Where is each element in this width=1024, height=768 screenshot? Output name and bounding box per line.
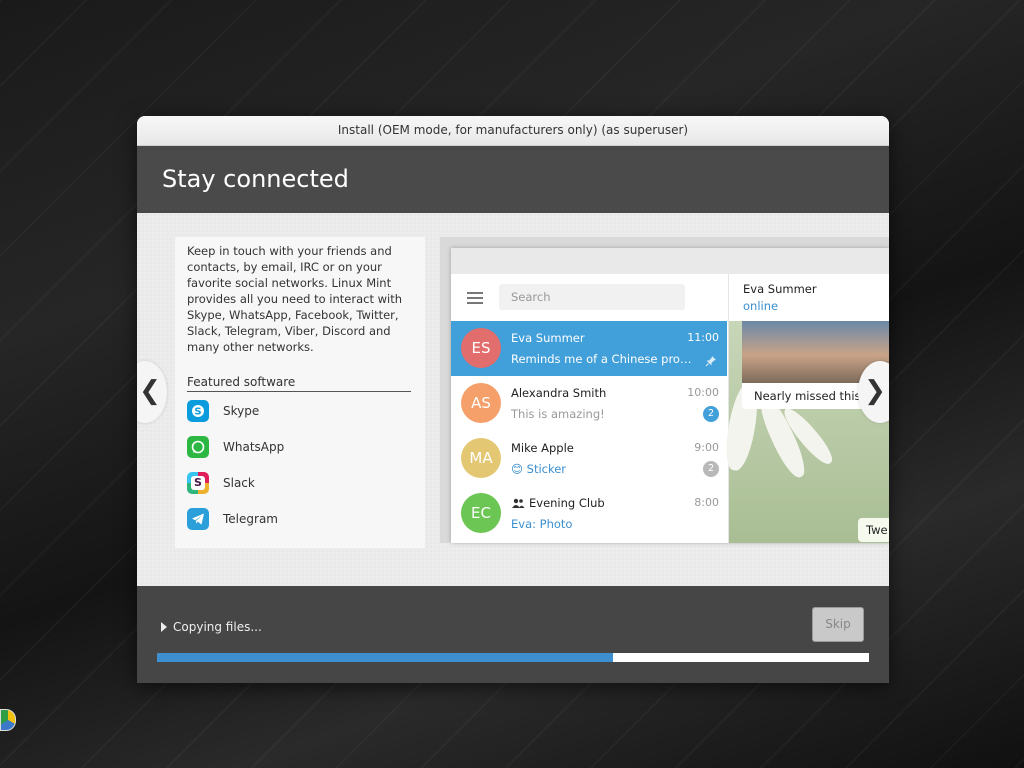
screenshot-preview: Search ES Eva Summer 11:00 Reminds me of… <box>440 237 889 543</box>
chat-name: Alexandra Smith <box>511 386 607 400</box>
avatar: MA <box>461 438 501 478</box>
chat-item-evening-club: EC Evening Club 8:00 Eva: Photo <box>451 486 727 541</box>
chat-name: Evening Club <box>511 496 605 510</box>
progress-bar-fill <box>157 653 613 662</box>
software-label: Slack <box>223 476 255 490</box>
progress-label: Copying files... <box>173 620 262 634</box>
page-title: Stay connected <box>137 146 889 213</box>
group-icon <box>512 498 525 508</box>
chat-message: Reminds me of a Chinese proverb <box>511 352 695 366</box>
chat-time: 9:00 <box>694 441 719 454</box>
software-item-skype: S Skype <box>187 399 259 423</box>
telegram-preview: Search ES Eva Summer 11:00 Reminds me of… <box>451 248 889 543</box>
chat-name-text: Evening Club <box>529 496 605 510</box>
avatar: ES <box>461 328 501 368</box>
svg-text:S: S <box>194 407 201 418</box>
slide-description: Keep in touch with your friends and cont… <box>187 244 403 354</box>
telegram-chat-list: Search ES Eva Summer 11:00 Reminds me of… <box>451 274 727 543</box>
chat-item-eva-summer: ES Eva Summer 11:00 Reminds me of a Chin… <box>451 321 727 376</box>
whatsapp-icon <box>187 436 209 458</box>
software-label: Skype <box>223 404 260 418</box>
chat-message: Eva: Photo <box>511 517 573 531</box>
avatar: AS <box>461 383 501 423</box>
chat-message-text: Sticker <box>526 462 567 476</box>
software-label: WhatsApp <box>223 440 285 454</box>
avatar: EC <box>461 493 501 533</box>
chat-message: 😊 Sticker <box>511 462 701 476</box>
chat-pane-status: online <box>743 299 779 313</box>
chat-time: 10:00 <box>687 386 719 399</box>
message-bubble: Twe <box>858 518 889 542</box>
chat-name: Eva Summer <box>511 331 585 345</box>
telegram-titlebar <box>451 248 889 274</box>
skip-button[interactable]: Skip <box>812 607 864 642</box>
chat-background-image: Nearly missed this sunrise Twe <box>721 321 889 543</box>
unread-badge: 2 <box>703 461 719 477</box>
telegram-icon <box>187 508 209 530</box>
featured-software-title: Featured software <box>187 375 411 392</box>
expander-triangle-icon <box>161 622 167 632</box>
unread-badge: 2 <box>703 406 719 422</box>
sticker-emoji: 😊 <box>511 462 523 476</box>
menu-icon <box>467 292 483 307</box>
software-label: Telegram <box>223 512 278 526</box>
installer-window: Install (OEM mode, for manufacturers onl… <box>137 116 889 683</box>
pin-icon <box>705 352 717 367</box>
previous-slide-button[interactable]: ❮ <box>137 361 167 423</box>
search-input: Search <box>499 284 685 310</box>
chat-item-alexandra-smith: AS Alexandra Smith 10:00 This is amazing… <box>451 376 727 431</box>
window-title: Install (OEM mode, for manufacturers onl… <box>137 116 889 146</box>
software-item-slack: S Slack <box>187 471 255 495</box>
slack-icon: S <box>187 472 209 494</box>
slide-text-card: Keep in touch with your friends and cont… <box>175 237 425 548</box>
chat-time: 8:00 <box>694 496 719 509</box>
software-item-whatsapp: WhatsApp <box>187 435 284 459</box>
software-item-telegram: Telegram <box>187 507 278 531</box>
chat-name: Mike Apple <box>511 441 574 455</box>
chat-pane-name: Eva Summer <box>743 282 817 296</box>
chat-item-mike-apple: MA Mike Apple 9:00 😊 Sticker 2 <box>451 431 727 486</box>
slideshow: Keep in touch with your friends and cont… <box>137 213 889 586</box>
chat-message: This is amazing! <box>511 407 605 421</box>
progress-details-toggle[interactable]: Copying files... <box>161 620 262 634</box>
installer-footer: Copying files... Skip <box>137 586 889 683</box>
skype-icon: S <box>187 400 209 422</box>
chat-time: 11:00 <box>687 331 719 344</box>
progress-bar <box>157 653 869 662</box>
